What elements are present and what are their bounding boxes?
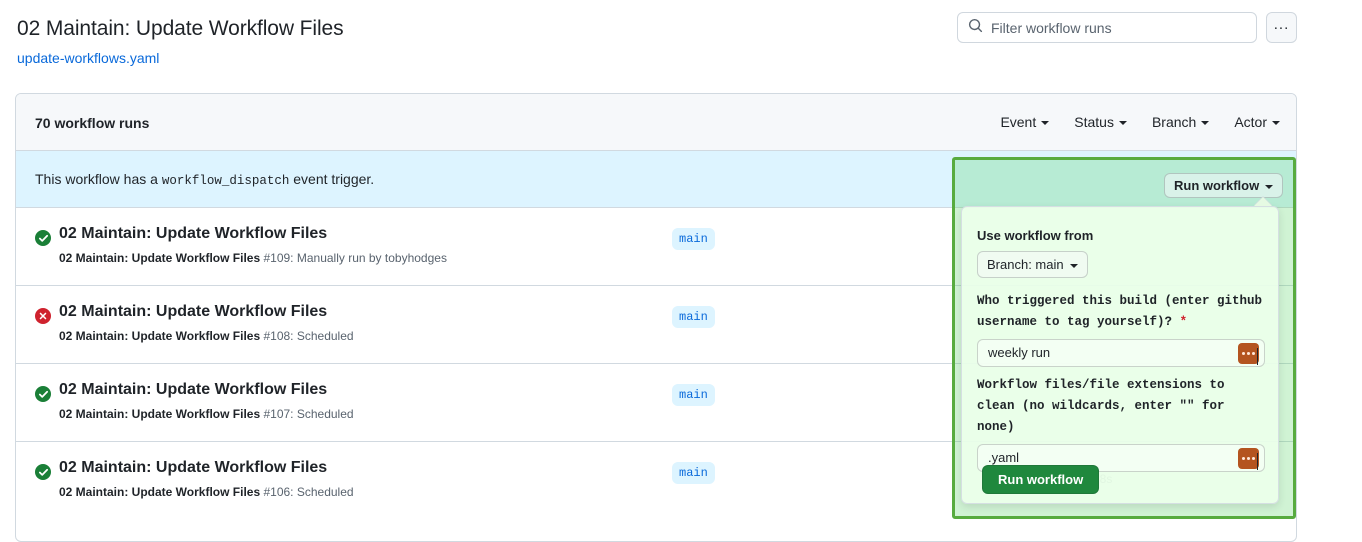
chevron-down-icon [1265, 184, 1274, 189]
run-workflow-submit-label: Run workflow [998, 471, 1084, 487]
dot [1242, 457, 1245, 460]
run-workflow-dropdown-panel: Use workflow from Branch: main Who trigg… [961, 206, 1279, 504]
filter-branch[interactable]: Branch [1151, 112, 1210, 132]
run-subtitle-bold: 02 Maintain: Update Workflow Files [59, 329, 261, 343]
text-cursor [1257, 348, 1258, 365]
run-subtitle-bold: 02 Maintain: Update Workflow Files [59, 407, 261, 421]
filter-event[interactable]: Event [1000, 112, 1050, 132]
dropdown-arrow [1254, 197, 1272, 206]
dispatch-event-code: workflow_dispatch [161, 174, 290, 188]
branch-select-button[interactable]: Branch: main [977, 251, 1088, 278]
status-failure-icon [35, 308, 51, 324]
run-subtitle: 02 Maintain: Update Workflow Files #109:… [59, 249, 447, 267]
run-title[interactable]: 02 Maintain: Update Workflow Files [59, 300, 327, 324]
workflow-file-link[interactable]: update-workflows.yaml [17, 48, 159, 68]
run-subtitle: 02 Maintain: Update Workflow Files #107:… [59, 405, 354, 423]
page-header: 02 Maintain: Update Workflow Files updat… [0, 0, 1362, 78]
run-subtitle-bold: 02 Maintain: Update Workflow Files [59, 485, 261, 499]
more-options-button[interactable]: ... [1266, 12, 1297, 43]
use-workflow-from-label: Use workflow from [977, 228, 1094, 243]
triggered-by-input[interactable]: weekly run [977, 339, 1265, 367]
run-subtitle-rest: #108: Scheduled [263, 329, 354, 343]
run-workflow-button-label: Run workflow [1174, 177, 1260, 193]
search-input[interactable]: Filter workflow runs [957, 12, 1257, 43]
branch-badge[interactable]: main [672, 306, 715, 328]
kebab-icon: ... [1273, 15, 1290, 33]
required-asterisk: * [1179, 315, 1188, 329]
field-triggered-by-label-text: Who triggered this build (enter github u… [977, 294, 1263, 329]
run-subtitle: 02 Maintain: Update Workflow Files #106:… [59, 483, 354, 501]
filter-actor-label: Actor [1234, 114, 1267, 130]
runs-count-label: 70 workflow runs [35, 115, 150, 131]
run-subtitle-rest: #107: Scheduled [263, 407, 354, 421]
run-subtitle-rest: #109: Manually run by tobyhodges [263, 251, 447, 265]
search-placeholder: Filter workflow runs [991, 19, 1112, 36]
chevron-down-icon [1041, 121, 1050, 125]
run-subtitle-bold: 02 Maintain: Update Workflow Files [59, 251, 261, 265]
dispatch-banner-text: This workflow has a workflow_dispatch ev… [35, 169, 374, 192]
run-subtitle: 02 Maintain: Update Workflow Files #108:… [59, 327, 354, 345]
branch-badge[interactable]: main [672, 384, 715, 406]
status-success-icon [35, 386, 51, 402]
title-block: 02 Maintain: Update Workflow Files updat… [17, 14, 344, 68]
filter-event-label: Event [1000, 114, 1037, 130]
dot [1252, 457, 1255, 460]
branch-select-label: Branch: main [987, 256, 1064, 272]
run-title[interactable]: 02 Maintain: Update Workflow Files [59, 456, 327, 480]
branch-badge[interactable]: main [672, 228, 715, 250]
password-manager-icon[interactable] [1238, 343, 1259, 365]
run-workflow-dropdown-button[interactable]: Run workflow [1164, 173, 1284, 198]
chevron-down-icon [1069, 263, 1078, 268]
filter-status-label: Status [1074, 114, 1114, 130]
field-triggered-by-label: Who triggered this build (enter github u… [977, 291, 1265, 333]
field-files-to-clean: Workflow files/file extensions to clean … [977, 375, 1265, 472]
triggered-by-value: weekly run [988, 345, 1051, 360]
search-icon [968, 18, 983, 38]
chevron-down-icon [1201, 121, 1210, 125]
password-manager-icon[interactable] [1238, 448, 1259, 470]
workflow-runs-page: 02 Maintain: Update Workflow Files updat… [0, 0, 1362, 542]
filter-status[interactable]: Status [1074, 112, 1127, 132]
text-cursor [1257, 453, 1258, 470]
branch-badge[interactable]: main [672, 462, 715, 484]
dot [1252, 352, 1255, 355]
status-success-icon [35, 464, 51, 480]
run-workflow-submit-button[interactable]: Run workflow [982, 465, 1100, 494]
dispatch-text-after: event trigger. [293, 171, 375, 187]
field-files-to-clean-label: Workflow files/file extensions to clean … [977, 378, 1225, 434]
page-title: 02 Maintain: Update Workflow Files [17, 17, 344, 40]
chevron-down-icon [1118, 121, 1127, 125]
run-title[interactable]: 02 Maintain: Update Workflow Files [59, 378, 327, 402]
card-header: 70 workflow runs Event Status Branch Act… [16, 94, 1296, 151]
dot [1242, 352, 1245, 355]
filter-branch-label: Branch [1151, 114, 1197, 130]
chevron-down-icon [1272, 121, 1280, 125]
run-title[interactable]: 02 Maintain: Update Workflow Files [59, 222, 327, 246]
dot [1247, 352, 1250, 355]
dispatch-text-before: This workflow has a [35, 171, 158, 187]
filter-bar: Event Status Branch Actor [1000, 112, 1280, 132]
dot [1247, 457, 1250, 460]
status-success-icon [35, 230, 51, 246]
run-subtitle-rest: #106: Scheduled [263, 485, 354, 499]
field-triggered-by: Who triggered this build (enter github u… [977, 291, 1265, 367]
filter-actor[interactable]: Actor [1234, 112, 1280, 132]
